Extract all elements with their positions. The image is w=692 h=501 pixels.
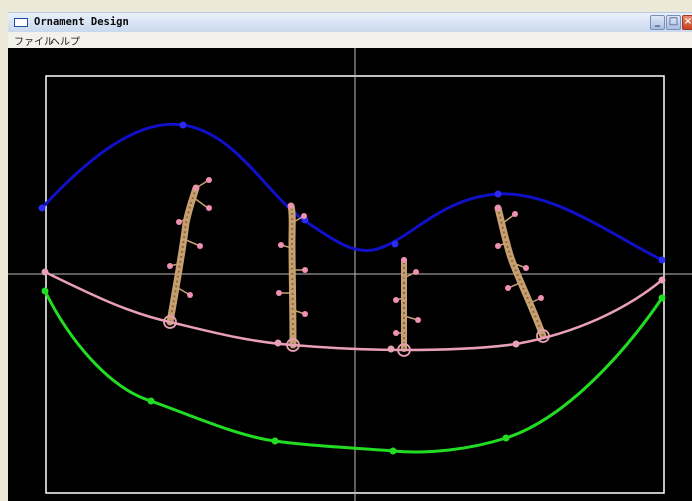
ornament-1[interactable] (166, 177, 212, 326)
title-bar[interactable]: Ornament Design _ □ × (8, 12, 692, 32)
maximize-button[interactable]: □ (666, 15, 681, 30)
minimize-button[interactable]: _ (650, 15, 665, 30)
curve-middle[interactable] (44, 270, 663, 352)
design-canvas[interactable] (8, 48, 692, 501)
menu-file[interactable]: ファイル (14, 33, 54, 48)
ornament-4[interactable] (494, 204, 547, 340)
curve-upper-control-points[interactable] (38, 121, 666, 264)
menu-bar: ファイル ヘルプ (8, 32, 692, 48)
curve-upper[interactable] (40, 122, 663, 262)
close-button[interactable]: × (682, 15, 692, 30)
app-window: Ornament Design _ □ × ファイル ヘルプ (0, 0, 692, 501)
window-title: Ornament Design (34, 16, 129, 28)
app-window-icon (14, 18, 28, 27)
ornament-3[interactable] (393, 257, 421, 352)
curve-lower[interactable] (43, 290, 664, 454)
menu-help[interactable]: ヘルプ (50, 33, 80, 48)
curve-middle-control-points[interactable] (41, 268, 666, 353)
